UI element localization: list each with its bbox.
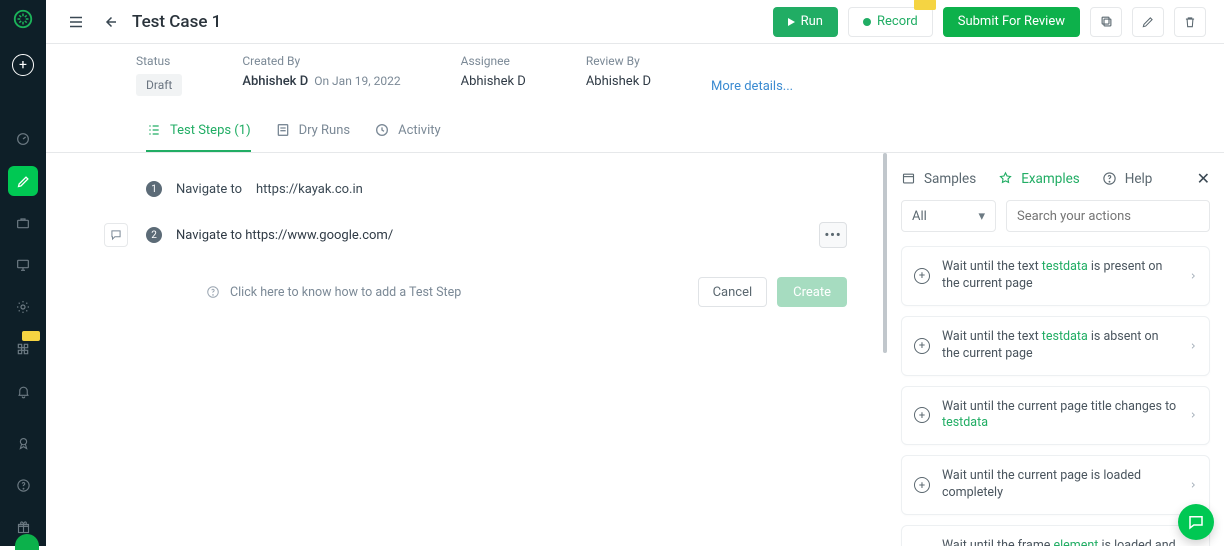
- briefcase-icon[interactable]: [8, 208, 38, 238]
- record-label: Record: [877, 14, 918, 29]
- example-text: Wait until the text testdata is present …: [942, 259, 1177, 293]
- dashboard-icon[interactable]: [8, 124, 38, 154]
- bell-icon[interactable]: [8, 376, 38, 406]
- edit-icon[interactable]: [8, 166, 38, 196]
- step-url: https://kayak.co.in: [256, 182, 363, 197]
- tab-dry-runs-label: Dry Runs: [299, 123, 351, 138]
- panel-tab-samples[interactable]: Samples: [901, 171, 976, 187]
- hint-text[interactable]: Click here to know how to add a Test Ste…: [230, 285, 461, 300]
- created-block: Created By Abhishek D On Jan 19, 2022: [242, 54, 400, 89]
- page-title: Test Case 1: [132, 12, 221, 32]
- step-row-2[interactable]: 2 •••: [96, 207, 887, 263]
- example-item[interactable]: + Wait until the current page title chang…: [901, 386, 1210, 446]
- chevron-right-icon: [1189, 409, 1197, 421]
- step-number: 1: [146, 181, 162, 197]
- panel-tab-examples[interactable]: Examples: [998, 171, 1080, 187]
- example-text: Wait until the current page is loaded co…: [942, 468, 1177, 502]
- create-button: Create: [777, 277, 847, 307]
- app-logo[interactable]: [10, 6, 36, 32]
- filter-select-value: All: [912, 209, 927, 224]
- panel-tab-samples-label: Samples: [924, 171, 976, 187]
- tab-test-steps-label: Test Steps (1): [170, 123, 251, 138]
- examples-list: + Wait until the text testdata is present…: [887, 244, 1224, 546]
- award-icon[interactable]: [8, 428, 38, 458]
- panel-tab-examples-label: Examples: [1021, 171, 1080, 187]
- run-label: Run: [801, 14, 823, 29]
- chat-fab[interactable]: [1178, 504, 1214, 540]
- submit-review-button[interactable]: Submit For Review: [943, 7, 1080, 37]
- hint-row: Click here to know how to add a Test Ste…: [96, 263, 887, 313]
- status-chip[interactable]: Draft: [136, 74, 182, 96]
- step-more-button[interactable]: •••: [819, 222, 847, 248]
- step-input[interactable]: [176, 217, 805, 253]
- hamburger-icon[interactable]: [64, 10, 88, 34]
- status-label: Status: [136, 54, 182, 68]
- example-item[interactable]: + Wait until the current page is loaded c…: [901, 455, 1210, 515]
- chevron-right-icon: [1189, 479, 1197, 491]
- reviewer-value: Abhishek D: [586, 74, 651, 89]
- tab-dry-runs[interactable]: Dry Runs: [275, 112, 351, 152]
- cancel-button[interactable]: Cancel: [698, 277, 768, 307]
- example-text: Wait until the text testdata is absent o…: [942, 329, 1177, 363]
- search-input[interactable]: [1006, 200, 1210, 232]
- example-text: Wait until the current page title change…: [942, 399, 1177, 433]
- copy-button[interactable]: [1090, 7, 1122, 37]
- edit-button[interactable]: [1132, 7, 1164, 37]
- created-by: Abhishek D: [242, 74, 308, 89]
- comment-icon[interactable]: [104, 223, 128, 247]
- tab-activity-label: Activity: [398, 123, 441, 138]
- content-tabs: Test Steps (1) Dry Runs Activity: [46, 112, 1224, 153]
- plus-circle-icon: +: [914, 268, 930, 284]
- assignee-block: Assignee Abhishek D: [461, 54, 526, 89]
- example-item[interactable]: + Wait until the text testdata is absent …: [901, 316, 1210, 376]
- help-icon: [206, 285, 220, 299]
- delete-button[interactable]: [1174, 7, 1206, 37]
- filter-select[interactable]: All ▾: [901, 200, 996, 232]
- plus-circle-icon: +: [914, 407, 930, 423]
- review-block: Review By Abhishek D: [586, 54, 651, 89]
- created-on: On Jan 19, 2022: [314, 74, 400, 88]
- step-number: 2: [146, 227, 162, 243]
- panel-close-icon[interactable]: ✕: [1197, 169, 1210, 188]
- record-dot-icon: [863, 18, 871, 26]
- meta-row: Status Draft Created By Abhishek D On Ja…: [46, 44, 1224, 112]
- help-circle-icon[interactable]: [8, 470, 38, 500]
- add-new-button[interactable]: +: [12, 54, 34, 76]
- caret-down-icon: ▾: [978, 209, 985, 224]
- tab-activity[interactable]: Activity: [374, 112, 441, 152]
- assignee-label: Assignee: [461, 54, 526, 68]
- more-details-link[interactable]: More details...: [711, 79, 793, 96]
- page-header: Test Case 1 Run Record Submit For Review: [46, 0, 1224, 44]
- record-button[interactable]: Record: [848, 7, 933, 37]
- example-item[interactable]: + Wait until the text testdata is present…: [901, 246, 1210, 306]
- right-panel: Samples Examples Help ✕ All ▾: [887, 153, 1224, 546]
- plus-circle-icon: +: [914, 338, 930, 354]
- run-button[interactable]: Run: [773, 7, 838, 37]
- tab-test-steps[interactable]: Test Steps (1): [146, 112, 251, 152]
- main-sidebar: +: [0, 0, 46, 546]
- step-prefix: Navigate to: [176, 182, 242, 197]
- assignee-value: Abhishek D: [461, 74, 526, 89]
- submit-review-label: Submit For Review: [958, 14, 1065, 29]
- panel-tab-help-label: Help: [1125, 171, 1153, 187]
- created-label: Created By: [242, 54, 400, 68]
- bottom-stub: [92, 538, 1224, 546]
- beta-badge: [914, 0, 936, 10]
- puzzle-icon[interactable]: [8, 334, 38, 364]
- panel-tab-help[interactable]: Help: [1102, 171, 1153, 187]
- steps-list: 1 Navigate to https://kayak.co.in 2 ••• …: [46, 153, 887, 546]
- review-label: Review By: [586, 54, 651, 68]
- status-block: Status Draft: [136, 54, 182, 96]
- plus-circle-icon: +: [914, 477, 930, 493]
- gear-icon[interactable]: [8, 292, 38, 322]
- play-icon: [788, 18, 795, 26]
- back-icon[interactable]: [98, 10, 122, 34]
- new-badge: [22, 331, 40, 341]
- monitor-icon[interactable]: [8, 250, 38, 280]
- step-row-1[interactable]: 1 Navigate to https://kayak.co.in: [96, 171, 887, 207]
- chevron-right-icon: [1189, 270, 1197, 282]
- chevron-right-icon: [1189, 340, 1197, 352]
